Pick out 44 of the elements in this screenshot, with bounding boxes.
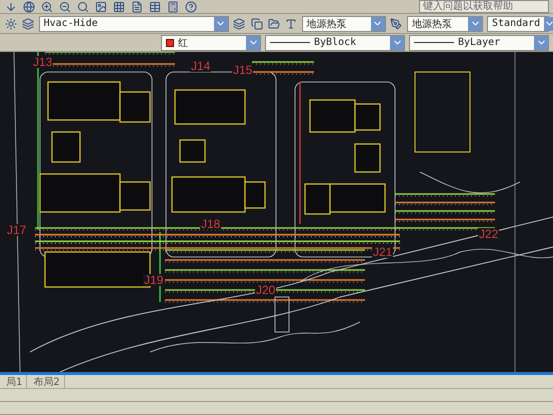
image-icon[interactable] bbox=[94, 0, 108, 14]
pipe-node-label: J17 bbox=[6, 224, 28, 236]
arrow-down-icon[interactable] bbox=[4, 0, 18, 14]
text-style-icon[interactable] bbox=[284, 16, 298, 30]
lineweight-dropdown[interactable]: ByLayer bbox=[409, 34, 549, 50]
pen-icon[interactable] bbox=[390, 16, 403, 30]
calculator-icon[interactable] bbox=[166, 0, 180, 14]
chevron-down-icon bbox=[390, 36, 404, 50]
document-icon[interactable] bbox=[130, 0, 144, 14]
pipe-node-label: J22 bbox=[478, 228, 500, 240]
pipe-node-label: J20 bbox=[255, 284, 276, 296]
table-icon[interactable] bbox=[148, 0, 162, 14]
globe-icon[interactable] bbox=[22, 0, 36, 14]
layer-dropdown[interactable]: Hvac-Hide bbox=[38, 16, 229, 32]
sun-icon[interactable] bbox=[4, 16, 18, 30]
text-style-dropdown[interactable]: 地源热泵 bbox=[302, 16, 386, 32]
pipe-node-label: J21 bbox=[372, 246, 394, 258]
search-icon[interactable] bbox=[76, 0, 90, 14]
folder-icon[interactable] bbox=[267, 16, 280, 30]
chevron-down-icon bbox=[468, 16, 482, 30]
layers-icon[interactable] bbox=[232, 16, 246, 30]
help-search-field[interactable]: 键入问题以获取帮助 bbox=[419, 0, 549, 13]
copy-icon[interactable] bbox=[250, 16, 264, 30]
layers-icon[interactable] bbox=[21, 16, 35, 30]
pipe-node-label: J15 bbox=[232, 64, 254, 76]
pipe-node-label: J14 bbox=[190, 60, 212, 72]
zoom-out-icon[interactable] bbox=[58, 0, 72, 14]
pipe-node-label: J19 bbox=[143, 274, 164, 286]
chevron-down-icon bbox=[534, 36, 548, 50]
grid-icon[interactable] bbox=[112, 0, 126, 14]
zoom-in-icon[interactable] bbox=[40, 0, 54, 14]
chevron-down-icon bbox=[370, 16, 385, 30]
help-icon[interactable] bbox=[184, 0, 198, 14]
pipe-node-label: J13 bbox=[32, 56, 54, 68]
chevron-down-icon bbox=[214, 16, 228, 30]
chevron-down-icon bbox=[246, 36, 260, 50]
dimension-style-dropdown[interactable]: 地源热泵 bbox=[406, 16, 484, 32]
swatch-icon bbox=[166, 38, 174, 46]
chevron-down-icon bbox=[544, 16, 553, 30]
pipe-node-label: J18 bbox=[200, 218, 222, 230]
linetype-dropdown[interactable]: ByBlock bbox=[265, 34, 405, 50]
color-dropdown[interactable]: 红 bbox=[161, 34, 261, 50]
line-sample-icon bbox=[270, 42, 310, 43]
line-sample-icon bbox=[414, 42, 454, 43]
